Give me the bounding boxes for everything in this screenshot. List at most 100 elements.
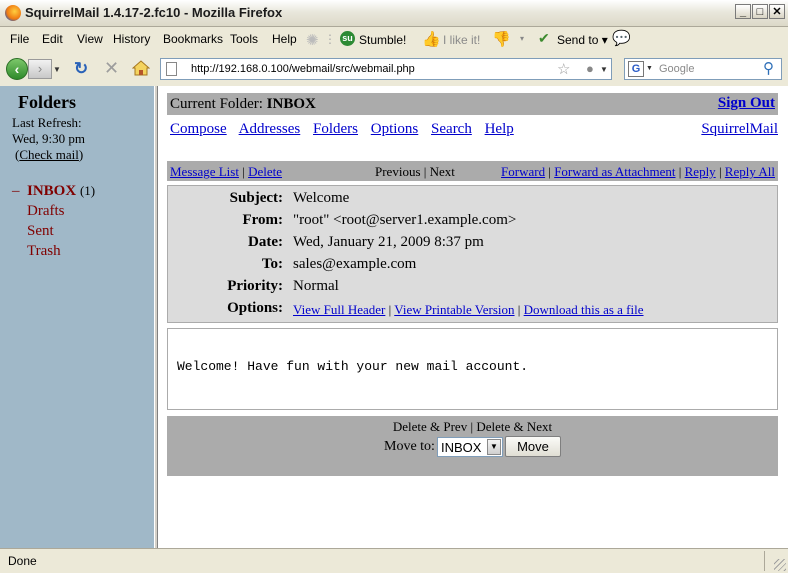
- current-folder: Current Folder: INBOX: [170, 96, 316, 112]
- priority-row: Priority: Normal: [227, 278, 339, 294]
- close-window-button[interactable]: ✕: [769, 4, 785, 19]
- addresses-link[interactable]: Addresses: [239, 121, 301, 137]
- stop-icon[interactable]: ✕: [104, 59, 119, 77]
- menu-bookmarks[interactable]: Bookmarks: [163, 32, 223, 46]
- download-link[interactable]: Download this as a file: [524, 302, 644, 317]
- menu-history[interactable]: History: [113, 32, 150, 46]
- message-list-link[interactable]: Message List: [170, 164, 239, 179]
- stumbleupon-icon[interactable]: su: [340, 31, 355, 46]
- status-bar: Done: [0, 548, 788, 573]
- page-content: Folders Last Refresh: Wed, 9:30 pm (Chec…: [0, 86, 788, 548]
- page-icon: [166, 62, 177, 76]
- message-body: Welcome! Have fun with your new mail acc…: [167, 328, 778, 410]
- priority-value: Normal: [293, 278, 339, 294]
- message-bottom-bar: Delete & Prev | Delete & Next Move to: I…: [167, 416, 778, 476]
- folders-heading: Folders: [18, 92, 76, 112]
- folder-inbox[interactable]: INBOX (1): [27, 183, 95, 200]
- chevron-down-icon[interactable]: ▼: [487, 439, 501, 455]
- folder-drafts[interactable]: Drafts: [27, 203, 65, 220]
- folders-pane: Folders Last Refresh: Wed, 9:30 pm (Chec…: [0, 86, 154, 548]
- stumble-button[interactable]: Stumble!: [359, 33, 406, 47]
- message-headers: Subject: Welcome From: "root" <root@serv…: [167, 185, 778, 323]
- last-refresh-label: Last Refresh:: [12, 115, 82, 130]
- reply-link[interactable]: Reply: [685, 164, 716, 179]
- view-full-header-link[interactable]: View Full Header: [293, 302, 385, 317]
- google-engine-icon[interactable]: G: [628, 61, 644, 77]
- bookmark-star-icon[interactable]: ☆: [557, 60, 570, 78]
- navigation-toolbar: ‹ › ▼ ↻ ✕ http://192.168.0.100/webmail/s…: [0, 53, 788, 87]
- url-text[interactable]: http://192.168.0.100/webmail/src/webmail…: [191, 63, 415, 75]
- menu-help[interactable]: Help: [272, 32, 297, 46]
- status-text: Done: [8, 554, 37, 568]
- maximize-button[interactable]: □: [752, 4, 768, 19]
- window-title: SquirrelMail 1.4.17-2.fc10 - Mozilla Fir…: [25, 5, 283, 20]
- engine-dropdown-icon[interactable]: ▼: [646, 65, 653, 72]
- grip-icon: ⋮: [324, 32, 336, 46]
- folder-sent[interactable]: Sent: [27, 223, 54, 240]
- main-nav: Compose Addresses Folders Options Search…: [170, 121, 523, 138]
- status-divider: [764, 551, 765, 571]
- minimize-button[interactable]: _: [735, 4, 751, 19]
- firefox-logo-icon: [5, 5, 21, 21]
- forward-button[interactable]: ›: [28, 59, 52, 79]
- reload-icon[interactable]: ↻: [74, 60, 88, 78]
- previous-text: Previous: [375, 164, 421, 179]
- sign-out-link[interactable]: Sign Out: [718, 95, 775, 112]
- send-check-icon: ✔: [538, 30, 550, 46]
- url-dropdown-icon[interactable]: ▼: [600, 65, 608, 74]
- back-button[interactable]: ‹: [6, 58, 28, 80]
- date-row: Date: Wed, January 21, 2009 8:37 pm: [248, 234, 484, 250]
- history-dropdown-icon[interactable]: ▼: [53, 65, 61, 74]
- search-link[interactable]: Search: [431, 121, 472, 137]
- menu-tools[interactable]: Tools: [230, 32, 258, 46]
- chevron-down-icon[interactable]: ▾: [520, 34, 536, 50]
- squirrelmail-link[interactable]: SquirrelMail: [701, 121, 778, 138]
- from-value: "root" <root@server1.example.com>: [293, 212, 517, 228]
- message-pane: Current Folder: INBOX Sign Out Compose A…: [158, 86, 788, 548]
- menu-view[interactable]: View: [77, 32, 103, 46]
- subject-value: Welcome: [293, 190, 350, 206]
- expand-dash[interactable]: –: [12, 183, 20, 200]
- from-row: From: "root" <root@server1.example.com>: [242, 212, 517, 228]
- help-link[interactable]: Help: [485, 121, 514, 137]
- next-text: Next: [429, 164, 455, 179]
- speech-bubble-icon[interactable]: 💬: [612, 29, 631, 47]
- folder-trash[interactable]: Trash: [27, 243, 61, 260]
- window-titlebar: SquirrelMail 1.4.17-2.fc10 - Mozilla Fir…: [0, 0, 788, 27]
- to-value: sales@example.com: [293, 256, 417, 272]
- subject-row: Subject: Welcome: [229, 190, 350, 206]
- throbber-icon: ✺: [306, 32, 319, 49]
- message-body-text: Welcome! Have fun with your new mail acc…: [177, 359, 529, 374]
- reply-all-link[interactable]: Reply All: [725, 164, 775, 179]
- view-printable-link[interactable]: View Printable Version: [394, 302, 514, 317]
- move-button[interactable]: Move: [505, 436, 561, 457]
- compose-link[interactable]: Compose: [170, 121, 227, 137]
- address-bar[interactable]: http://192.168.0.100/webmail/src/webmail…: [160, 58, 612, 80]
- move-folder-select[interactable]: INBOX ▼: [437, 437, 503, 457]
- check-mail: (Check mail): [15, 147, 84, 162]
- search-placeholder[interactable]: Google: [659, 63, 694, 75]
- check-mail-link[interactable]: Check mail: [19, 147, 79, 162]
- search-icon[interactable]: ⚲: [763, 59, 774, 77]
- folders-link[interactable]: Folders: [313, 121, 358, 137]
- last-refresh-time: Wed, 9:30 pm: [12, 131, 85, 146]
- forward-link[interactable]: Forward: [501, 164, 545, 179]
- options-row: Options: View Full Header | View Printab…: [227, 300, 644, 317]
- forward-attachment-link[interactable]: Forward as Attachment: [554, 164, 675, 179]
- options-link[interactable]: Options: [371, 121, 419, 137]
- unread-count: (1): [79, 183, 96, 198]
- thumbs-up-icon[interactable]: 👍: [422, 30, 441, 48]
- thumbs-down-icon[interactable]: 👎: [492, 30, 511, 48]
- like-button[interactable]: I like it!: [443, 33, 480, 47]
- home-icon[interactable]: [132, 60, 150, 76]
- search-bar[interactable]: G ▼ Google ⚲: [624, 58, 782, 80]
- menu-edit[interactable]: Edit: [42, 32, 63, 46]
- menu-file[interactable]: File: [10, 32, 29, 46]
- resize-grip-icon[interactable]: [774, 559, 786, 571]
- move-to-label: Move to:: [384, 439, 435, 454]
- send-to-button[interactable]: Send to ▾: [557, 33, 608, 47]
- delete-next-text: Delete & Next: [476, 419, 553, 434]
- folder-header-bar: Current Folder: INBOX Sign Out: [167, 93, 778, 115]
- delete-link[interactable]: Delete: [248, 164, 282, 179]
- message-toolbar: Message List | Delete Previous | Next Fo…: [167, 161, 778, 181]
